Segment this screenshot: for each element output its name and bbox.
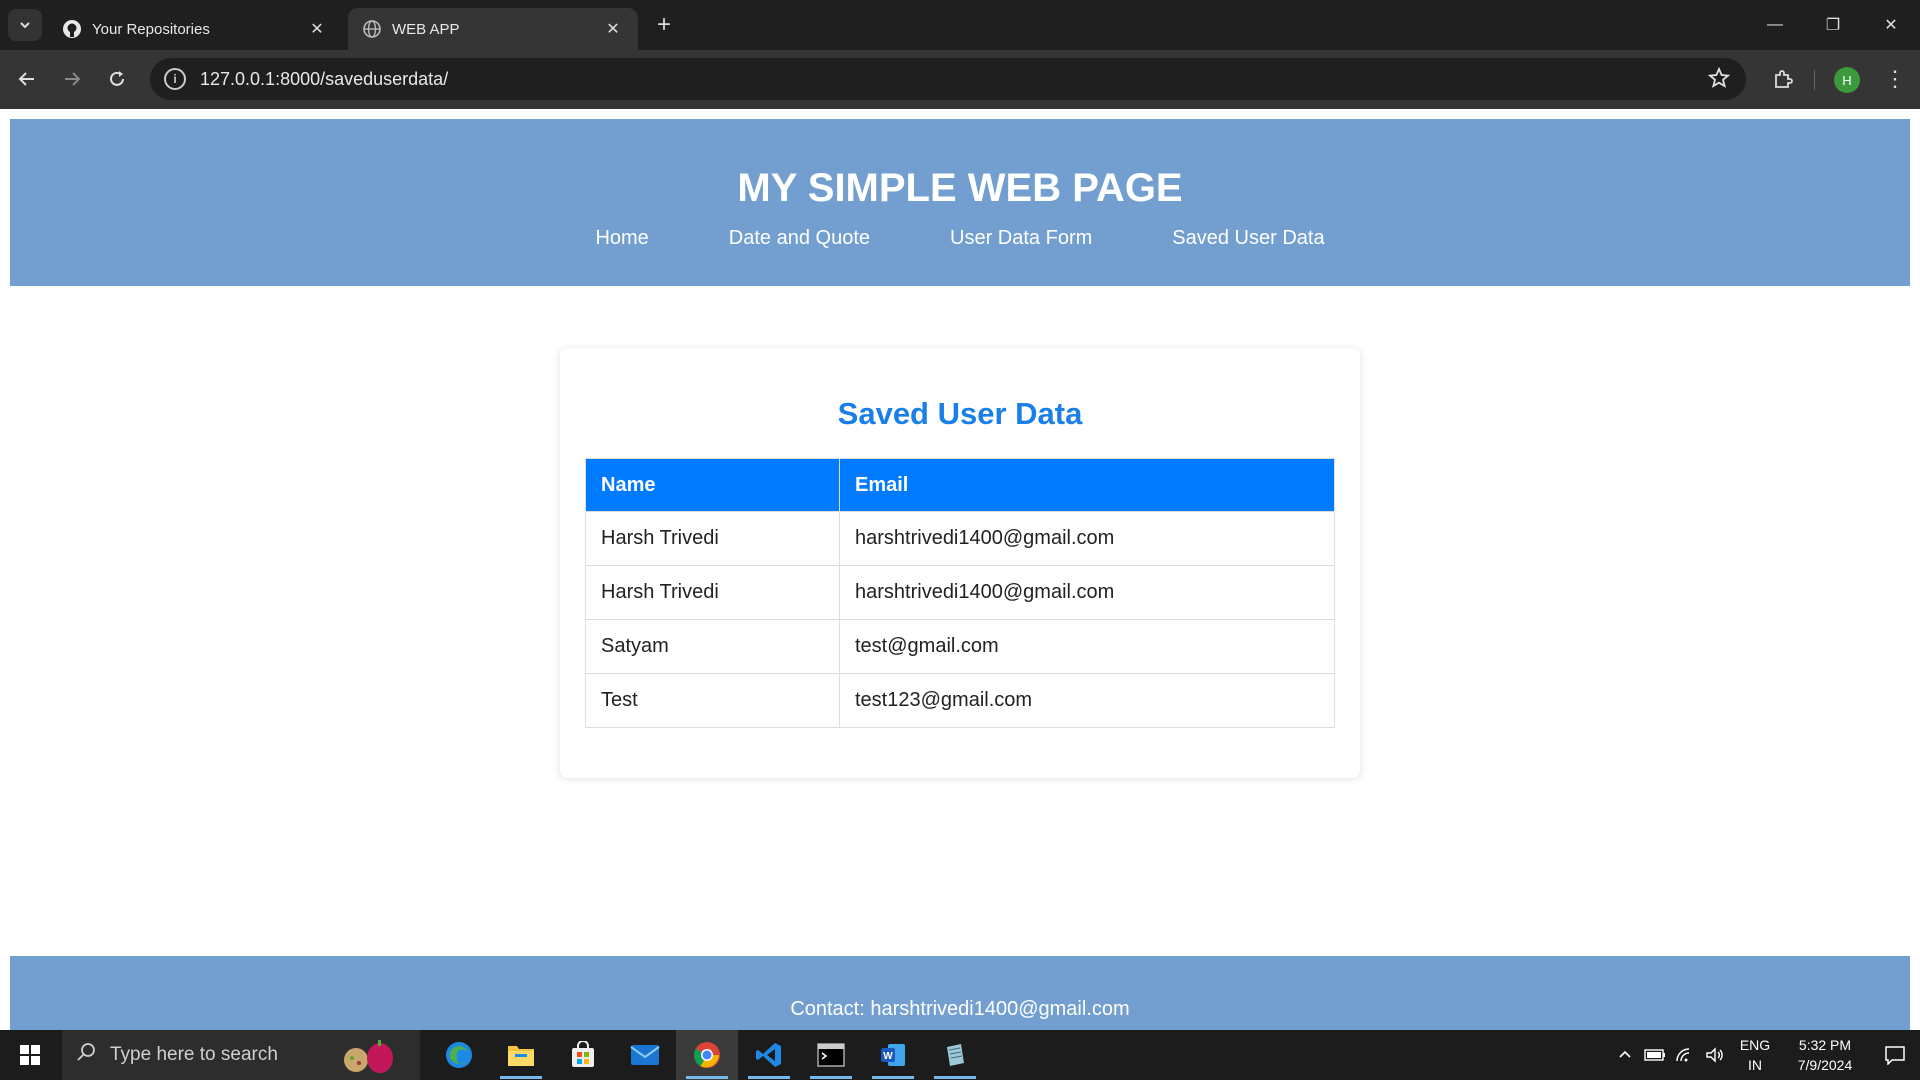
url-text: 127.0.0.1:8000/saveduserdata/ bbox=[200, 68, 449, 89]
nav-link-date-and-quote[interactable]: Date and Quote bbox=[729, 227, 870, 250]
close-icon[interactable]: ✕ bbox=[306, 18, 328, 40]
reload-icon[interactable] bbox=[100, 62, 134, 96]
extensions-puzzle-icon[interactable] bbox=[1766, 62, 1800, 96]
more-menu-icon[interactable]: ⋮ bbox=[1880, 62, 1910, 96]
taskbar-apps: W bbox=[428, 1030, 986, 1080]
search-highlight-icon bbox=[340, 1038, 400, 1074]
github-icon bbox=[62, 19, 82, 39]
tab-web-app[interactable]: WEB APP ✕ bbox=[348, 8, 638, 50]
file-explorer-icon[interactable] bbox=[490, 1030, 552, 1080]
table-row: Harsh Trivedi harshtrivedi1400@gmail.com bbox=[585, 565, 1335, 620]
chevron-up-icon[interactable] bbox=[1610, 1030, 1640, 1080]
word-icon[interactable]: W bbox=[862, 1030, 924, 1080]
address-bar[interactable]: i 127.0.0.1:8000/saveduserdata/ bbox=[150, 58, 1746, 100]
system-tray: ENG IN 5:32 PM 7/9/2024 bbox=[1610, 1030, 1920, 1080]
profile-avatar[interactable]: H bbox=[1834, 67, 1860, 93]
cell-email: test123@gmail.com bbox=[839, 673, 1335, 728]
site-header: MY SIMPLE WEB PAGE Home Date and Quote U… bbox=[10, 119, 1910, 286]
column-header-name: Name bbox=[585, 458, 840, 512]
new-tab-button[interactable]: + bbox=[650, 11, 678, 39]
cell-name: Satyam bbox=[585, 619, 840, 674]
volume-icon[interactable] bbox=[1700, 1030, 1730, 1080]
nav-link-saved-user-data[interactable]: Saved User Data bbox=[1172, 227, 1324, 250]
bookmark-star-icon[interactable] bbox=[1707, 66, 1731, 94]
cell-name: Harsh Trivedi bbox=[585, 565, 840, 620]
chrome-icon[interactable] bbox=[676, 1030, 738, 1080]
cell-email: test@gmail.com bbox=[839, 619, 1335, 674]
site-nav: Home Date and Quote User Data Form Saved… bbox=[10, 227, 1910, 250]
back-arrow-icon[interactable] bbox=[10, 62, 44, 96]
language-code: ENG bbox=[1739, 1037, 1771, 1053]
user-data-table: Name Email Harsh Trivedi harshtrivedi140… bbox=[585, 458, 1335, 728]
notepad-icon[interactable] bbox=[924, 1030, 986, 1080]
cell-email: harshtrivedi1400@gmail.com bbox=[839, 565, 1335, 620]
language-indicator[interactable]: ENG IN bbox=[1730, 1035, 1780, 1075]
table-row: Satyam test@gmail.com bbox=[585, 619, 1335, 674]
windows-taskbar: Type here to search W ENG IN 5:32 PM 7/9… bbox=[0, 1030, 1920, 1080]
site-footer: Contact: harshtrivedi1400@gmail.com bbox=[10, 956, 1910, 1030]
footer-contact: Contact: harshtrivedi1400@gmail.com bbox=[790, 998, 1130, 1020]
restore-icon[interactable]: ❐ bbox=[1804, 0, 1862, 50]
window-controls: — ❐ ✕ bbox=[1746, 0, 1920, 50]
table-row: Test test123@gmail.com bbox=[585, 673, 1335, 728]
site-info-icon[interactable]: i bbox=[164, 68, 186, 90]
store-icon[interactable] bbox=[552, 1030, 614, 1080]
nav-link-user-data-form[interactable]: User Data Form bbox=[950, 227, 1092, 250]
browser-toolbar: i 127.0.0.1:8000/saveduserdata/ H ⋮ bbox=[0, 50, 1920, 109]
toolbar-divider bbox=[1814, 70, 1815, 90]
tab-search-button[interactable] bbox=[8, 9, 42, 41]
battery-icon[interactable] bbox=[1640, 1030, 1670, 1080]
windows-start-icon[interactable] bbox=[0, 1030, 60, 1080]
page-viewport: MY SIMPLE WEB PAGE Home Date and Quote U… bbox=[0, 109, 1920, 1030]
forward-arrow-icon[interactable] bbox=[55, 62, 89, 96]
saved-data-card: Saved User Data Name Email Harsh Trivedi… bbox=[560, 348, 1360, 778]
notification-icon[interactable] bbox=[1870, 1030, 1920, 1080]
browser-tab-bar: Your Repositories ✕ WEB APP ✕ + — ❐ ✕ bbox=[0, 0, 1920, 50]
cell-email: harshtrivedi1400@gmail.com bbox=[839, 511, 1335, 566]
mail-icon[interactable] bbox=[614, 1030, 676, 1080]
tab-title: WEB APP bbox=[392, 20, 460, 38]
region-code: IN bbox=[1748, 1057, 1762, 1073]
site-title: MY SIMPLE WEB PAGE bbox=[737, 166, 1183, 210]
chevron-down-icon bbox=[20, 22, 30, 29]
terminal-icon[interactable] bbox=[800, 1030, 862, 1080]
edge-icon[interactable] bbox=[428, 1030, 490, 1080]
cell-name: Test bbox=[585, 673, 840, 728]
vscode-icon[interactable] bbox=[738, 1030, 800, 1080]
search-placeholder: Type here to search bbox=[110, 1044, 278, 1065]
svg-text:W: W bbox=[883, 1051, 893, 1062]
table-row: Harsh Trivedi harshtrivedi1400@gmail.com bbox=[585, 511, 1335, 566]
clock[interactable]: 5:32 PM 7/9/2024 bbox=[1780, 1035, 1870, 1075]
tab-title: Your Repositories bbox=[92, 20, 210, 38]
cell-name: Harsh Trivedi bbox=[585, 511, 840, 566]
wifi-icon[interactable] bbox=[1670, 1030, 1700, 1080]
search-icon bbox=[76, 1042, 96, 1068]
clock-date: 7/9/2024 bbox=[1797, 1057, 1853, 1073]
globe-icon bbox=[362, 19, 382, 39]
card-title: Saved User Data bbox=[837, 396, 1083, 431]
clock-time: 5:32 PM bbox=[1798, 1037, 1852, 1053]
column-header-email: Email bbox=[839, 458, 1335, 512]
close-window-icon[interactable]: ✕ bbox=[1862, 0, 1920, 50]
close-icon[interactable]: ✕ bbox=[602, 18, 624, 40]
nav-link-home[interactable]: Home bbox=[595, 227, 648, 250]
tab-your-repositories[interactable]: Your Repositories ✕ bbox=[48, 8, 342, 50]
table-header-row: Name Email bbox=[585, 458, 1335, 512]
taskbar-search[interactable]: Type here to search bbox=[62, 1030, 420, 1080]
minimize-icon[interactable]: — bbox=[1746, 0, 1804, 50]
